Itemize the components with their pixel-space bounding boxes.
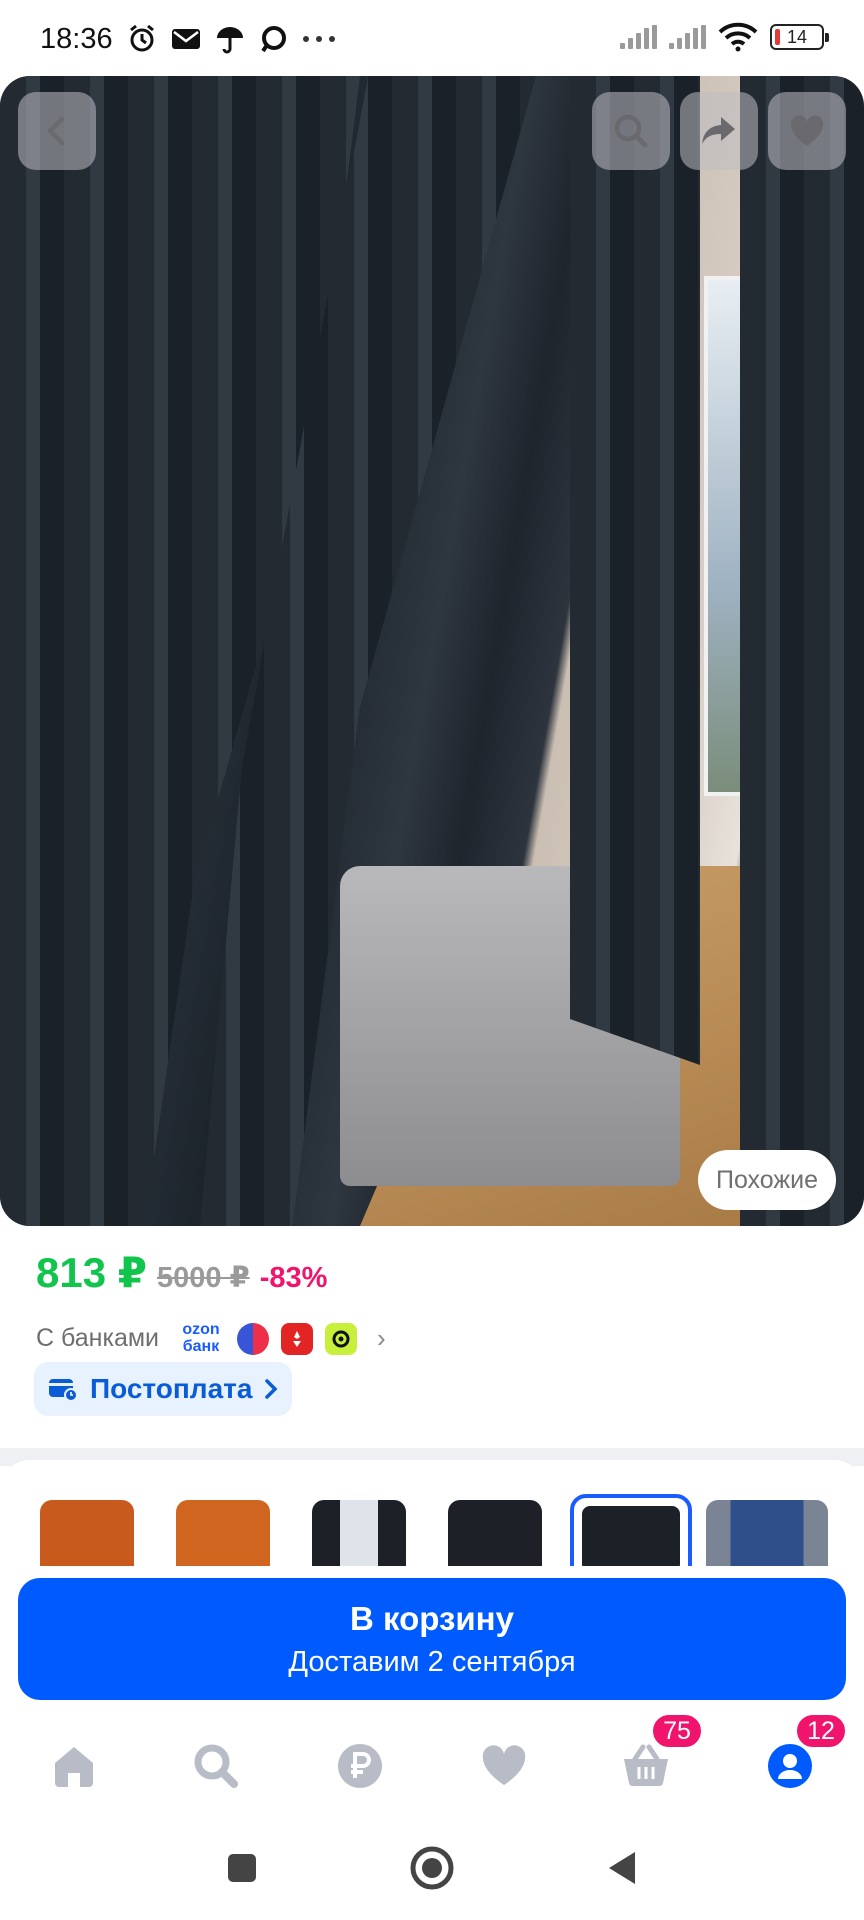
- share-button[interactable]: [680, 92, 758, 170]
- variant-thumb[interactable]: [448, 1500, 542, 1566]
- triangle-back-icon: [609, 1852, 635, 1884]
- nav-cart[interactable]: 75: [616, 1712, 704, 1796]
- svg-text:ozon: ozon: [182, 1321, 219, 1338]
- variant-thumb[interactable]: [706, 1500, 828, 1566]
- back-button[interactable]: [18, 92, 96, 170]
- cart-badge: 75: [650, 1712, 704, 1750]
- profile-badge: 12: [794, 1712, 848, 1750]
- postpay-label: Постоплата: [90, 1373, 253, 1404]
- color-variants: [0, 1460, 864, 1566]
- circle-home-icon: [410, 1846, 454, 1890]
- similar-button[interactable]: Похожие: [697, 1150, 836, 1210]
- variant-thumb[interactable]: [312, 1500, 406, 1566]
- search-button[interactable]: [592, 92, 670, 170]
- ozon-bank-logo: ozon банк: [177, 1320, 225, 1357]
- wifi-icon: [718, 22, 758, 52]
- price: 813 ₽: [36, 1249, 147, 1296]
- favorite-button[interactable]: [768, 92, 846, 170]
- search-icon: [614, 114, 648, 148]
- chevron-right-icon: [265, 1379, 278, 1399]
- favorites-icon: [482, 1745, 526, 1785]
- variant-thumb[interactable]: [40, 1500, 134, 1566]
- discount-badge: -83%: [259, 1262, 328, 1294]
- chevron-right-icon: ›: [377, 1323, 386, 1353]
- add-to-cart-button[interactable]: В корзину Доставим 2 сентября: [18, 1578, 846, 1700]
- price-row: 813 ₽ 5000 ₽ -83%: [36, 1248, 327, 1297]
- more-icon: [302, 36, 335, 42]
- system-nav-bar: [0, 1812, 864, 1920]
- home-system-button[interactable]: [404, 1840, 460, 1896]
- signal-icon: [620, 25, 657, 49]
- variant-thumb-selected[interactable]: [570, 1494, 692, 1566]
- variant-thumb[interactable]: [176, 1500, 270, 1566]
- status-bar: 18:36 14: [0, 0, 864, 78]
- heart-icon: [790, 115, 824, 146]
- mail-icon: [171, 29, 200, 49]
- nav-home[interactable]: [44, 1736, 104, 1796]
- nav-favorites[interactable]: [474, 1736, 534, 1796]
- price-card: 813 ₽ 5000 ₽ -83% С банками ozon банк › П…: [0, 1226, 864, 1448]
- product-image[interactable]: Похожие: [0, 76, 864, 1226]
- nav-search[interactable]: [186, 1736, 246, 1796]
- postpay-button[interactable]: Постоплата: [34, 1362, 293, 1416]
- nav-finance[interactable]: [330, 1736, 390, 1796]
- nav-profile[interactable]: 12: [760, 1712, 848, 1796]
- svg-text:банк: банк: [183, 1338, 220, 1354]
- chat-icon: [260, 26, 286, 53]
- back-icon: [47, 116, 65, 146]
- square-icon: [228, 1854, 256, 1882]
- umbrella-icon: [216, 27, 243, 54]
- status-time: 18:36: [40, 22, 113, 55]
- sbp-bank-icon: [237, 1322, 269, 1355]
- back-system-button[interactable]: [594, 1840, 650, 1896]
- banks-label: С банками: [36, 1324, 159, 1352]
- battery-icon: 14: [770, 24, 829, 50]
- home-icon: [55, 1747, 93, 1787]
- ruble-icon: [338, 1744, 382, 1788]
- search-icon: [194, 1744, 238, 1788]
- cart-button-title: В корзину: [350, 1599, 514, 1637]
- bottom-nav: 75 12: [0, 1712, 864, 1812]
- wallet-clock-icon: [49, 1379, 78, 1402]
- recent-apps-button[interactable]: [214, 1840, 270, 1896]
- share-icon: [702, 117, 735, 144]
- cart-button-subtitle: Доставим 2 сентября: [288, 1645, 576, 1678]
- alarm-icon: [129, 24, 154, 52]
- bank-red-icon: [281, 1322, 313, 1355]
- banks-row[interactable]: С банками ozon банк ›: [36, 1320, 386, 1357]
- signal-icon-2: [669, 25, 706, 49]
- bank-green-icon: [325, 1322, 357, 1355]
- old-price: 5000 ₽: [156, 1262, 250, 1294]
- battery-level: 14: [786, 26, 808, 47]
